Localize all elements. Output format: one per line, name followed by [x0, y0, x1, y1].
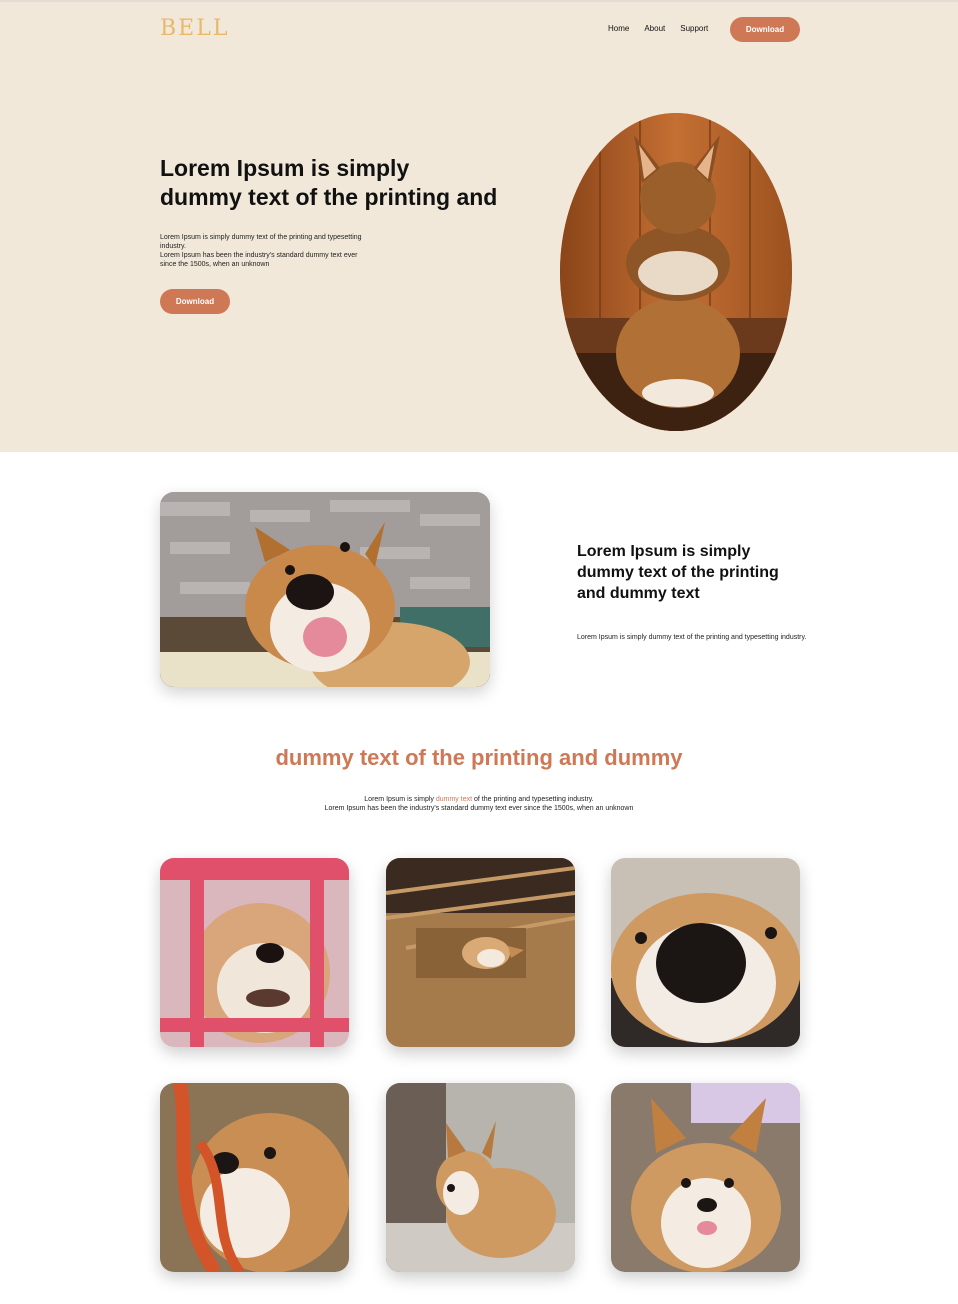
gallery-photo-4 — [160, 1083, 349, 1272]
logo[interactable]: BELL — [160, 16, 229, 41]
nav-link-about[interactable]: About — [644, 24, 665, 33]
hero-section: BELL Home About Support Download Lorem I… — [0, 0, 958, 452]
gallery-text-end: of the printing and typesetting industry… — [472, 796, 594, 803]
gallery-title: dummy text of the printing and dummy — [275, 745, 683, 770]
feature-title: Lorem Ipsum is simply dummy text of the … — [577, 543, 779, 602]
nav-link-home[interactable]: Home — [608, 24, 629, 33]
feature-dog-photo — [160, 492, 490, 687]
hero-title-line2: dummy text of the printing and — [160, 184, 498, 210]
gallery-photo-2 — [386, 858, 575, 1047]
main-nav: Home About Support — [608, 24, 708, 33]
gallery-photo-1 — [160, 858, 349, 1047]
hero-download-button[interactable]: Download — [160, 289, 230, 314]
hero-description-line1: Lorem Ipsum is simply dummy text of the … — [160, 234, 362, 250]
header-download-button[interactable]: Download — [730, 17, 800, 42]
gallery-photo-3 — [611, 858, 800, 1047]
hero-description-line2: Lorem Ipsum has been the industry's stan… — [160, 252, 358, 268]
gallery-description: Lorem Ipsum is simply dummy text of the … — [0, 795, 958, 813]
hero-title-line1: Lorem Ipsum is simply — [160, 155, 410, 181]
gallery-photo-6 — [611, 1083, 800, 1272]
gallery-photo-5 — [386, 1083, 575, 1272]
hero-dog-photo — [560, 113, 792, 431]
hero-description: Lorem Ipsum is simply dummy text of the … — [160, 233, 375, 269]
hero-title: Lorem Ipsum is simply dummy text of the … — [160, 154, 540, 212]
nav-link-support[interactable]: Support — [680, 24, 708, 33]
feature-description: Lorem Ipsum is simply dummy text of the … — [577, 634, 807, 641]
gallery-text-accent: dummy text — [435, 796, 473, 803]
gallery-text-start: Lorem Ipsum is simply — [364, 796, 436, 803]
gallery-text-line2: Lorem Ipsum has been the industry's stan… — [324, 805, 634, 812]
